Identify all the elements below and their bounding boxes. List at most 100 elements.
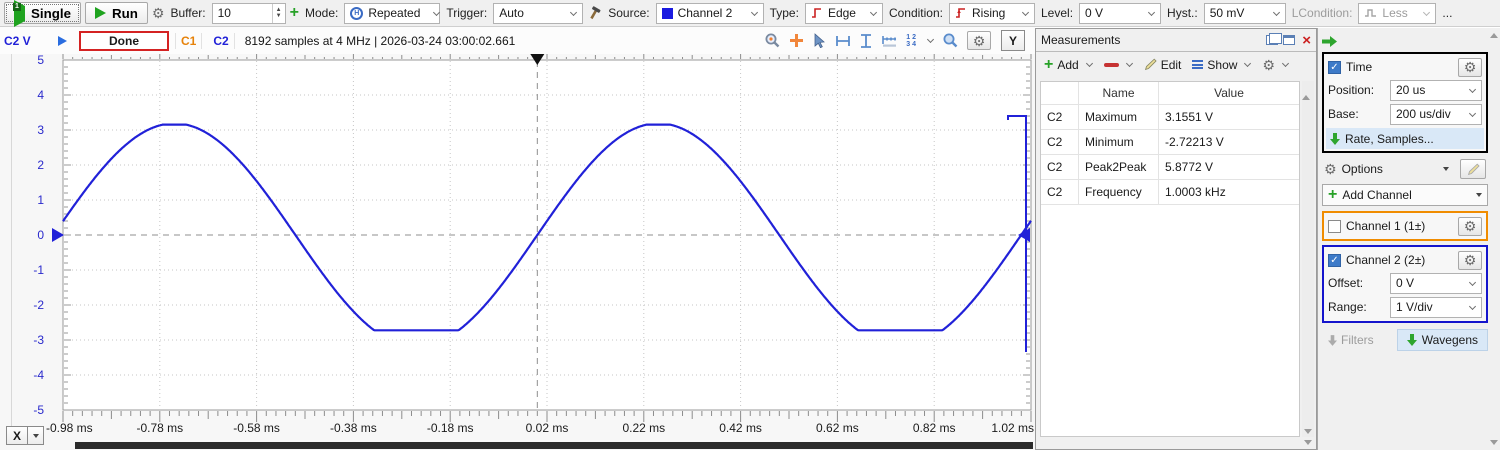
channel1-checkbox[interactable] <box>1328 220 1341 233</box>
base-dropdown[interactable]: 200 us/div <box>1390 104 1482 125</box>
trigger-tool-icon[interactable] <box>587 6 602 21</box>
y-axis-channel-label[interactable]: C2 V <box>4 34 38 48</box>
hysteresis-label: Hyst.: <box>1165 6 1200 20</box>
magnifier-info-icon[interactable] <box>764 32 781 49</box>
offset-value: 0 V <box>1396 276 1414 290</box>
measurement-name: Maximum <box>1079 105 1159 129</box>
wavegens-button[interactable]: Wavegens <box>1397 329 1488 351</box>
y-axis-button[interactable]: Y <box>1001 30 1025 51</box>
position-dropdown[interactable]: 20 us <box>1390 80 1482 101</box>
edit-measurement-button[interactable]: Edit <box>1140 56 1186 74</box>
add-measurement-button[interactable]: +Add <box>1040 55 1097 75</box>
show-measurement-button[interactable]: Show <box>1188 56 1255 74</box>
source-dropdown[interactable]: Channel 2 <box>656 3 764 24</box>
vertical-cursor-icon[interactable] <box>859 33 873 49</box>
measurements-titlebar[interactable]: Measurements × <box>1036 29 1316 52</box>
sidebar-scroll-down-icon[interactable] <box>1490 440 1498 445</box>
measurement-value: 3.1551 V <box>1159 105 1299 129</box>
add-channel-dropdown[interactable]: + Add Channel <box>1322 184 1488 206</box>
time-title: Time <box>1346 60 1372 74</box>
channel2-group: ✓ Channel 2 (2±) ⚙ Offset: 0 V Range: 1 … <box>1322 245 1488 323</box>
pencil-icon <box>1144 58 1157 71</box>
add-cursor-icon[interactable] <box>789 33 804 48</box>
quad-view-icon[interactable]: 1 23 4 <box>906 34 916 48</box>
chevron-down-icon[interactable] <box>927 36 934 43</box>
filters-button[interactable]: Filters <box>1322 331 1380 349</box>
y-tick-label: -2 <box>33 298 44 312</box>
scroll-up-icon[interactable] <box>1302 81 1310 100</box>
spinner-arrows-icon[interactable]: ▲▼ <box>272 4 285 23</box>
x-tick-label: 0.02 ms <box>526 421 569 435</box>
position-label: Position: <box>1328 83 1386 97</box>
ruler-icon[interactable] <box>881 34 898 48</box>
condition-dropdown[interactable]: Rising <box>949 3 1035 24</box>
column-name: Name <box>1079 82 1159 104</box>
tab-channel1[interactable]: C1 <box>175 33 202 49</box>
options-caret-icon[interactable] <box>1443 167 1449 171</box>
remove-measurement-button[interactable] <box>1100 59 1137 70</box>
add-buffer-icon[interactable]: + <box>290 5 299 21</box>
undock-arrow-icon[interactable] <box>1322 36 1337 47</box>
zoom-icon[interactable] <box>942 32 959 49</box>
measurement-row[interactable]: C2Frequency1.0003 kHz <box>1041 180 1299 205</box>
single-button[interactable]: 1 Single <box>4 2 81 24</box>
expand-arrow-icon[interactable] <box>58 36 67 46</box>
x-axis-button[interactable]: X <box>6 426 44 445</box>
measurements-settings-button[interactable]: ⚙ <box>1258 56 1293 74</box>
maximize-window-icon[interactable] <box>1283 35 1295 45</box>
channel2-title: Channel 2 (2±) <box>1346 253 1425 267</box>
level-label: Level: <box>1039 6 1075 20</box>
offset-dropdown[interactable]: 0 V <box>1390 273 1482 294</box>
channel1-settings-button[interactable]: ⚙ <box>1458 217 1482 236</box>
edge-icon <box>811 7 823 19</box>
buffer-spinner[interactable]: 10 ▲▼ <box>212 3 286 24</box>
source-label: Source: <box>606 6 651 20</box>
mode-dropdown[interactable]: H Repeated <box>344 3 440 24</box>
y-tick-label: 2 <box>37 158 44 172</box>
plot-settings-button[interactable]: ⚙ <box>967 31 991 50</box>
play-icon: 1 <box>14 6 25 21</box>
y-tick-label: -1 <box>33 263 44 277</box>
scope-status-strip: C2 V Done C1 C2 8192 samples at 4 MHz | … <box>0 27 1035 54</box>
x-tick-label: 0.22 ms <box>622 421 665 435</box>
range-label: Range: <box>1328 300 1386 314</box>
channel2-color-icon <box>662 8 673 19</box>
measurement-name: Frequency <box>1079 180 1159 204</box>
base-label: Base: <box>1328 107 1386 121</box>
measurement-row[interactable]: C2Peak2Peak5.8772 V <box>1041 155 1299 180</box>
rate-samples-button[interactable]: Rate, Samples... <box>1326 128 1484 149</box>
type-dropdown[interactable]: Edge <box>805 3 883 24</box>
close-icon[interactable]: × <box>1302 33 1311 48</box>
buffer-position-bar[interactable] <box>75 442 1033 449</box>
horizontal-cursor-icon[interactable] <box>835 34 851 48</box>
tab-channel2[interactable]: C2 <box>208 33 234 49</box>
level-dropdown[interactable]: 0 V <box>1079 3 1161 24</box>
pointer-cursor-icon[interactable] <box>812 33 827 48</box>
hysteresis-dropdown[interactable]: 50 mV <box>1204 3 1286 24</box>
acquisition-info: 8192 samples at 4 MHz | 2026-03-24 03:00… <box>245 34 516 48</box>
sidebar-scroll-up-icon[interactable] <box>1490 33 1498 38</box>
range-dropdown[interactable]: 1 V/div <box>1390 297 1482 318</box>
trigger-dropdown[interactable]: Auto <box>493 3 583 24</box>
x-tick-label: 0.62 ms <box>816 421 859 435</box>
scroll-down-icon[interactable] <box>1304 429 1312 434</box>
toolbar-overflow[interactable]: ... <box>1440 6 1454 20</box>
gear-icon[interactable]: ⚙ <box>152 6 165 20</box>
measurement-row[interactable]: C2Minimum-2.72213 V <box>1041 130 1299 155</box>
measurements-scrollbar[interactable] <box>1302 81 1314 437</box>
channel2-settings-button[interactable]: ⚙ <box>1458 251 1482 270</box>
float-window-icon[interactable] <box>1266 35 1278 45</box>
options-label[interactable]: Options <box>1342 162 1383 176</box>
measurement-row[interactable]: C2Maximum3.1551 V <box>1041 105 1299 130</box>
time-checkbox[interactable]: ✓ <box>1328 61 1341 74</box>
lcondition-dropdown[interactable]: Less <box>1358 3 1436 24</box>
condition-value: Rising <box>972 6 1005 20</box>
measurements-scroll-down-icon[interactable] <box>1304 440 1312 445</box>
measurement-channel: C2 <box>1041 105 1079 129</box>
buffer-value: 10 <box>213 4 272 23</box>
time-settings-button[interactable]: ⚙ <box>1458 58 1482 77</box>
channel2-checkbox[interactable]: ✓ <box>1328 254 1341 267</box>
edit-options-button[interactable] <box>1460 159 1486 179</box>
run-button[interactable]: Run <box>85 2 148 24</box>
scope-plot[interactable]: 543210-1-2-3-4-5-0.98 ms-0.78 ms-0.58 ms… <box>0 54 1035 450</box>
